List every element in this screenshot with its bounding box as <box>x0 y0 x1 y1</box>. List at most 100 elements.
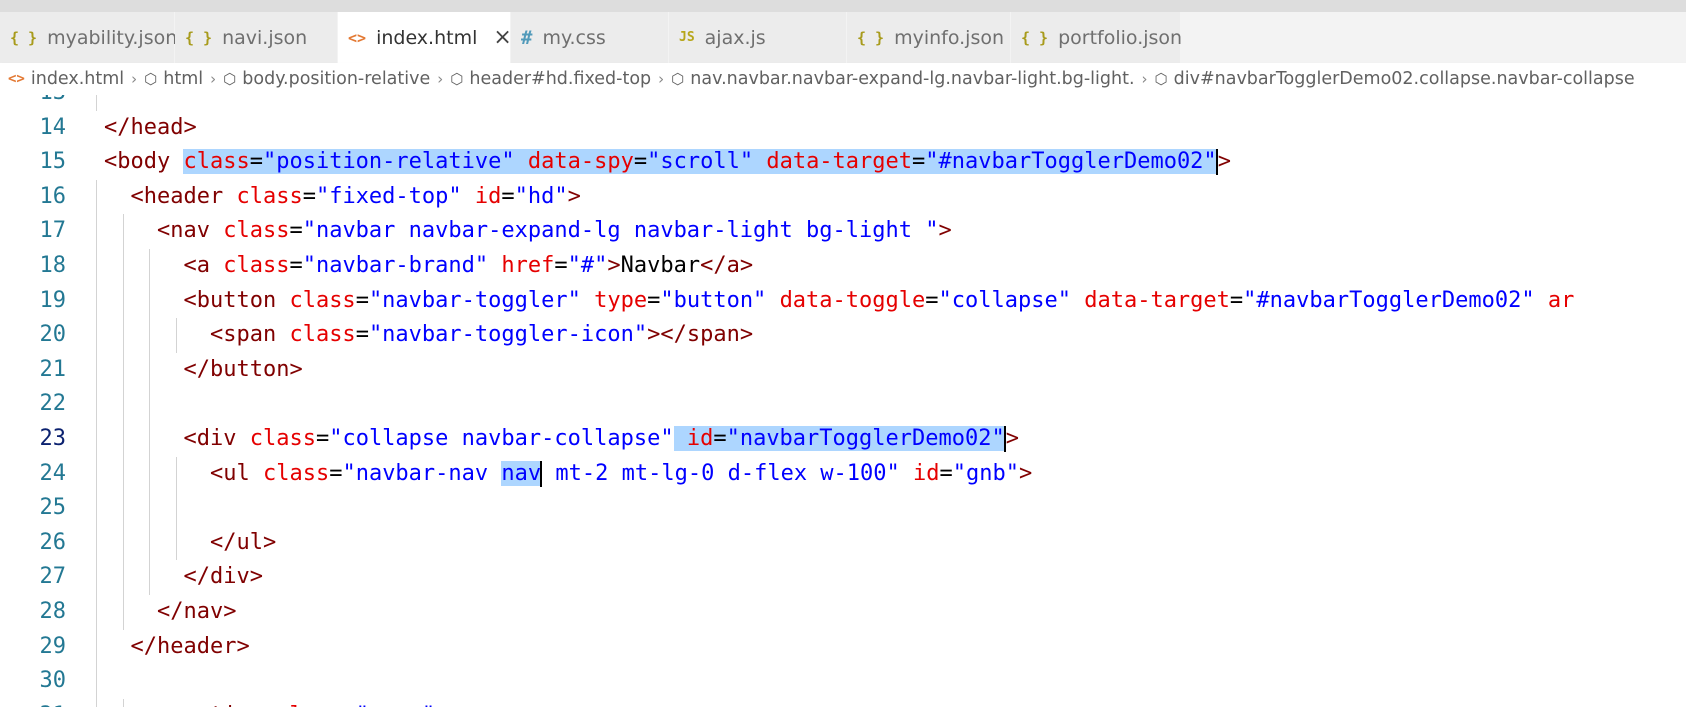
tab-my-css[interactable]: # my.css <box>511 12 669 63</box>
attribute-token: id <box>474 183 502 209</box>
breadcrumb-item[interactable]: ⬡ body.position-relative <box>223 69 430 89</box>
breadcrumb-item[interactable]: ⬡ header#hd.fixed-top <box>450 69 651 89</box>
code-line[interactable]: <span class="navbar-toggler-icon"></span… <box>96 318 1574 353</box>
indent-guide <box>96 352 97 388</box>
text-token <box>514 149 528 175</box>
tag-token: </span> <box>660 322 754 348</box>
text-token: = <box>647 287 661 313</box>
tag-token: </head> <box>104 114 197 140</box>
indent-guide <box>122 456 124 492</box>
tab-label: ajax.js <box>704 26 766 49</box>
code-line[interactable]: <body class="position-relative" data-spy… <box>104 145 1574 180</box>
close-tab-icon[interactable]: × <box>493 26 511 49</box>
indent-guide <box>122 594 124 630</box>
indent-guide <box>96 283 97 319</box>
tag-token: > <box>567 183 581 209</box>
code-line[interactable]: </button> <box>96 352 1574 388</box>
indent-guide <box>96 421 97 457</box>
cube-icon: ⬡ <box>450 70 464 88</box>
tab-myability-json[interactable]: { } myability.json <box>0 12 177 63</box>
code-line[interactable] <box>96 491 1574 526</box>
code-line[interactable]: <section class="menu" <box>96 698 1574 707</box>
tag-token: > <box>1005 425 1019 451</box>
line-number: 15 <box>39 149 67 175</box>
code-line[interactable]: </header> <box>96 629 1574 665</box>
tab-ajax-js[interactable]: JS ajax.js <box>669 12 847 63</box>
text-token: = <box>249 149 263 175</box>
code-line[interactable]: <div class="collapse navbar-collapse" id… <box>96 421 1574 457</box>
code-editor[interactable]: 13 14 15 16 17 18 19 20 21 22 23 24 25 26 27 28 29 30 31 <… <box>0 95 1686 707</box>
tag-token: </nav> <box>156 598 237 624</box>
code-line[interactable]: </nav> <box>96 594 1574 630</box>
breadcrumb-label: div#navbarTogglerDemo02.collapse.navbar-… <box>1173 69 1635 89</box>
attribute-token: type <box>594 287 648 313</box>
tab-label: index.html <box>376 26 478 49</box>
breadcrumb-item[interactable]: ⬡ div#navbarTogglerDemo02.collapse.navbar… <box>1155 69 1635 89</box>
line-number: 27 <box>39 564 67 590</box>
breadcrumb-item[interactable]: ⬡ html <box>144 69 203 89</box>
line-number: 21 <box>39 356 67 382</box>
code-line[interactable]: <header class="fixed-top" id="hd"> <box>96 179 1574 215</box>
tab-portfolio-json[interactable]: { } portfolio.json <box>1011 12 1182 63</box>
code-line[interactable]: </ul> <box>96 525 1574 561</box>
title-bar <box>0 0 1686 15</box>
cube-icon: ⬡ <box>671 70 685 88</box>
tab-navi-json[interactable]: { } navi.json <box>175 12 338 63</box>
line-number: 20 <box>39 322 67 348</box>
code-line[interactable] <box>96 664 1574 699</box>
value-token: "navbar-toggler-icon" <box>368 322 648 348</box>
code-line[interactable]: <nav class="navbar navbar-expand-lg navb… <box>96 214 1574 249</box>
code-line[interactable]: <a class="navbar-brand" href="#">Navbar<… <box>96 248 1574 284</box>
chevron-right-icon: › <box>1141 70 1148 88</box>
chevron-right-icon: › <box>437 70 444 88</box>
code-line[interactable]: </div> <box>96 560 1574 595</box>
tag-token: <header <box>130 183 224 209</box>
editor-tab-bar: { } myability.json { } navi.json <> index.htm… <box>0 12 1686 63</box>
indent-guide <box>122 560 124 595</box>
line-number: 26 <box>39 529 67 555</box>
html-file-icon: <> <box>8 71 25 87</box>
attribute-token: class <box>249 425 316 451</box>
tab-index-html[interactable]: <> index.html × <box>338 12 512 63</box>
css-file-icon: # <box>521 26 533 49</box>
html-file-icon: <> <box>348 28 367 47</box>
value-token: "navbar-toggler" <box>368 287 581 313</box>
breadcrumb-item[interactable]: <> index.html <box>8 69 124 89</box>
window-controls[interactable] <box>1590 0 1686 15</box>
code-line[interactable]: <ul class="navbar-nav nav mt-2 mt-lg-0 d… <box>96 456 1574 492</box>
breadcrumb-item[interactable]: ⬡ nav.navbar.navbar-expand-lg.navbar-ligh… <box>671 69 1134 89</box>
line-number: 28 <box>39 598 67 624</box>
indent-guide <box>175 318 177 353</box>
code-line[interactable] <box>96 95 1574 111</box>
indent-guide <box>149 560 150 595</box>
tab-myinfo-json[interactable]: { } myinfo.json <box>847 12 1011 63</box>
json-file-icon: { } <box>185 28 213 47</box>
text-token: = <box>355 287 369 313</box>
code-line[interactable]: </head> <box>104 111 1574 146</box>
code-line[interactable] <box>96 387 1574 422</box>
chevron-right-icon: › <box>131 70 138 88</box>
code-area[interactable]: </head> <body class="position-relative" d… <box>96 95 1574 707</box>
value-token: mt-2 mt-lg-0 d-flex w-100" <box>542 460 900 486</box>
indent-guide <box>96 525 97 561</box>
indent-guide <box>96 248 97 284</box>
line-number: 19 <box>39 287 67 313</box>
indent-guide <box>122 491 124 526</box>
json-file-icon: { } <box>1021 28 1049 47</box>
code-line[interactable]: <button class="navbar-toggler" type="but… <box>96 283 1574 319</box>
indent-guide <box>122 698 124 707</box>
attribute-token: class <box>183 149 250 175</box>
value-token: "collapse" <box>938 287 1071 313</box>
